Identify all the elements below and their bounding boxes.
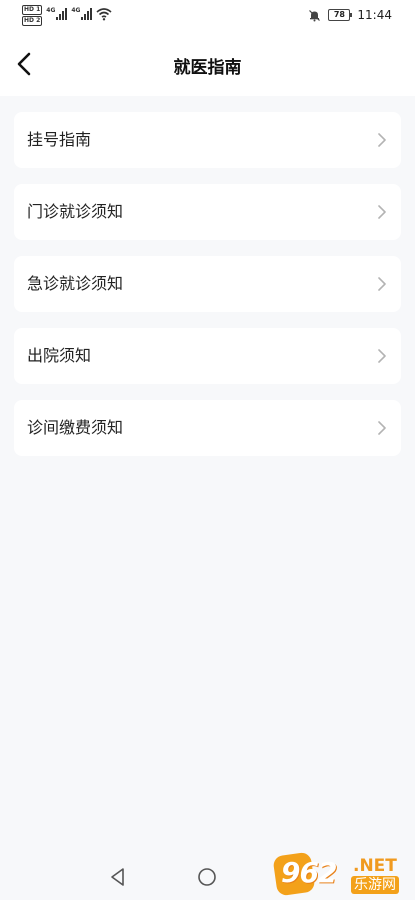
- watermark-logo: 962 .NET 乐游网: [272, 851, 411, 898]
- circle-home-icon: [198, 868, 216, 886]
- signal-bars-icon: [81, 8, 93, 20]
- signal-bars-icon: [56, 8, 68, 20]
- watermark-caption: 乐游网: [351, 876, 399, 894]
- hd1-badge: HD 1: [22, 5, 43, 15]
- list-item-discharge-notice[interactable]: 出院须知: [14, 328, 401, 384]
- signal-2: 4G: [71, 7, 93, 20]
- list-item-outpatient-notice[interactable]: 门诊就诊须知: [14, 184, 401, 240]
- list-item-payment-notice[interactable]: 诊间缴费须知: [14, 400, 401, 456]
- hd-indicators: HD 1 HD 2: [22, 5, 43, 26]
- list-item-emergency-notice[interactable]: 急诊就诊须知: [14, 256, 401, 312]
- status-right: 78 11:44: [308, 8, 392, 22]
- clock: 11:44: [357, 8, 392, 22]
- network-type-2: 4G: [71, 7, 81, 14]
- battery-indicator: 78: [328, 9, 353, 21]
- list-item-label: 门诊就诊须知: [27, 202, 124, 221]
- system-home-button[interactable]: [196, 866, 218, 888]
- page-title: 就医指南: [173, 58, 242, 78]
- list-item-label: 挂号指南: [27, 130, 92, 149]
- chevron-right-icon: [378, 205, 386, 219]
- list-item-label: 出院须知: [27, 346, 92, 365]
- watermark-suffix: .NET: [353, 856, 397, 876]
- guide-list: 挂号指南 门诊就诊须知 急诊就诊须知 出院须知 诊间缴费须知: [14, 112, 401, 472]
- chevron-right-icon: [378, 421, 386, 435]
- list-item-registration-guide[interactable]: 挂号指南: [14, 112, 401, 168]
- signal-1: 4G: [46, 7, 68, 20]
- chevron-right-icon: [378, 133, 386, 147]
- bell-muted-icon: [309, 9, 321, 21]
- watermark-number: 962: [281, 856, 337, 889]
- network-indicators: HD 1 HD 2 4G 4G: [22, 5, 113, 26]
- list-item-label: 急诊就诊须知: [27, 274, 124, 293]
- hd2-badge: HD 2: [22, 16, 43, 26]
- system-back-button[interactable]: [107, 866, 129, 888]
- wifi-icon: [96, 8, 113, 21]
- chevron-right-icon: [378, 349, 386, 363]
- triangle-back-icon: [111, 868, 124, 886]
- status-bar: HD 1 HD 2 4G 4G 78 11:44: [0, 0, 415, 34]
- navigation-bar: 就医指南: [0, 34, 415, 96]
- network-type-1: 4G: [46, 7, 56, 14]
- chevron-right-icon: [378, 277, 386, 291]
- list-item-label: 诊间缴费须知: [27, 418, 124, 437]
